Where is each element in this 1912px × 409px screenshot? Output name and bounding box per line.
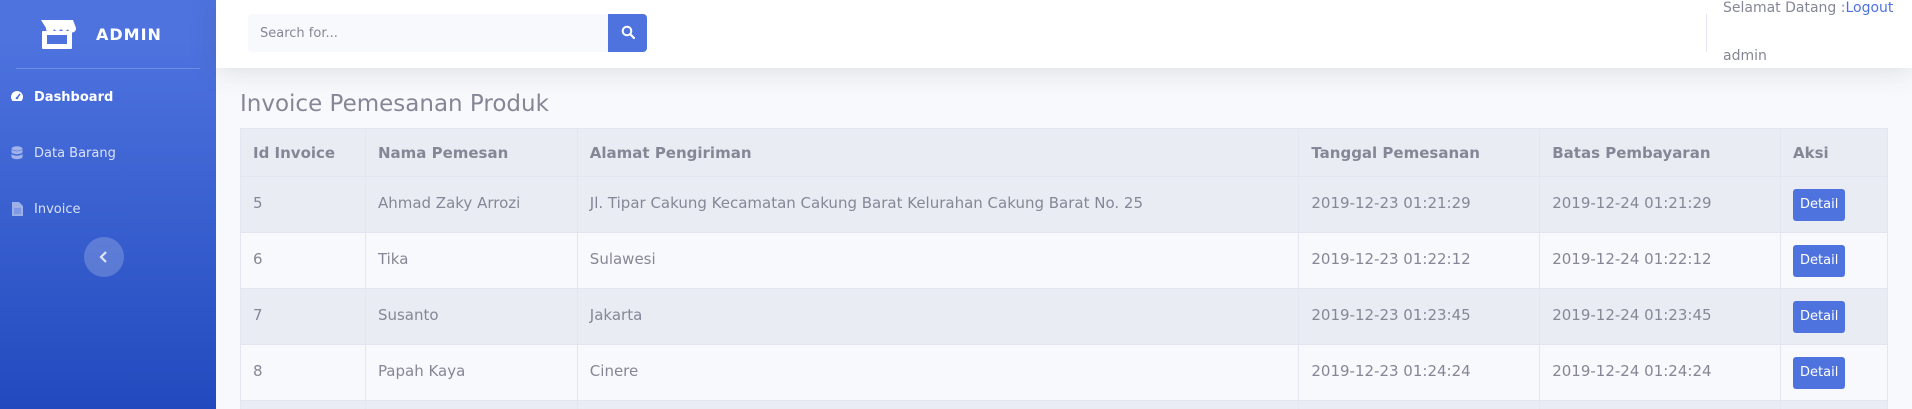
detail-button[interactable]: Detail — [1793, 188, 1846, 221]
cell-id: 8 — [240, 344, 366, 401]
cell-alamat: Jakarta — [576, 288, 1300, 345]
welcome-text: Selamat Datang : — [1723, 0, 1846, 16]
cell-nama: Susanto — [364, 288, 578, 345]
store-icon — [38, 17, 76, 51]
sidebar-item-data-barang[interactable]: Data Barang — [0, 125, 216, 181]
cell-tanggal: 2019-12-23 01:24:24 — [1298, 344, 1541, 401]
cell-id: 7 — [240, 288, 366, 345]
cell-aksi: Detail — [1780, 288, 1888, 345]
cell-alamat: Cinere — [576, 344, 1300, 401]
topbar-divider — [1706, 14, 1707, 52]
cell-batas: 2019-12-24 01:23:45 — [1539, 288, 1782, 345]
page-title: Invoice Pemesanan Produk — [240, 91, 549, 117]
column-header-aksi[interactable]: Aksi — [1780, 128, 1888, 177]
sidebar-toggle-button[interactable] — [84, 237, 124, 277]
file-icon — [10, 202, 24, 216]
column-header-batas[interactable]: Batas Pembayaran — [1539, 128, 1782, 177]
detail-button[interactable]: Detail — [1793, 300, 1846, 333]
sidebar-item-label: Dashboard — [34, 89, 114, 105]
table-row: 5 Ahmad Zaky Arrozi Jl. Tipar Cakung Kec… — [240, 176, 1888, 233]
cell-id: 5 — [240, 176, 366, 233]
cell-aksi: Detail — [1780, 232, 1888, 289]
cell-alamat: Jl. Tipar Cakung Kecamatan Cakung Barat … — [576, 176, 1300, 233]
user-name[interactable]: admin — [1723, 48, 1767, 64]
tachometer-icon — [10, 90, 24, 104]
cell-alamat: Sulawesi — [576, 232, 1300, 289]
search-input[interactable] — [248, 14, 608, 52]
cell-aksi: Detail — [1780, 176, 1888, 233]
table-row: 8 Papah Kaya Cinere 2019-12-23 01:24:24 … — [240, 344, 1888, 401]
table-row: 6 Tika Sulawesi 2019-12-23 01:22:12 2019… — [240, 232, 1888, 289]
sidebar-brand[interactable]: ADMIN — [0, 0, 216, 68]
column-header-id[interactable]: Id Invoice — [240, 128, 366, 177]
search-form — [248, 14, 647, 52]
topbar: Selamat Datang :Logout admin — [216, 0, 1912, 68]
cell-aksi: Detail — [1780, 344, 1888, 401]
column-header-alamat[interactable]: Alamat Pengiriman — [576, 128, 1300, 177]
chevron-left-icon — [99, 248, 109, 267]
cell-tanggal: 2019-12-23 01:21:29 — [1298, 176, 1541, 233]
sidebar-item-invoice[interactable]: Invoice — [0, 181, 216, 237]
column-header-tanggal[interactable]: Tanggal Pemesanan — [1298, 128, 1541, 177]
sidebar: ADMIN Dashboard Data Barang Invoice — [0, 0, 216, 409]
cell-batas: 2019-12-24 01:22:12 — [1539, 232, 1782, 289]
detail-button[interactable]: Detail — [1793, 244, 1846, 277]
sidebar-item-label: Data Barang — [34, 145, 116, 161]
invoice-table: Id Invoice Nama Pemesan Alamat Pengirima… — [240, 128, 1888, 409]
cell-batas: 2019-12-24 01:24:24 — [1539, 344, 1782, 401]
sidebar-item-dashboard[interactable]: Dashboard — [0, 69, 216, 125]
search-icon — [621, 25, 635, 42]
table-row-partial — [240, 400, 1888, 409]
table-header-row: Id Invoice Nama Pemesan Alamat Pengirima… — [240, 128, 1888, 177]
cell-tanggal: 2019-12-23 01:22:12 — [1298, 232, 1541, 289]
sidebar-item-label: Invoice — [34, 201, 81, 217]
cell-nama: Papah Kaya — [364, 344, 578, 401]
database-icon — [10, 146, 24, 160]
search-button[interactable] — [608, 14, 647, 52]
cell-tanggal: 2019-12-23 01:23:45 — [1298, 288, 1541, 345]
cell-batas: 2019-12-24 01:21:29 — [1539, 176, 1782, 233]
logout-link[interactable]: Logout — [1845, 0, 1893, 16]
invoice-table-container: Id Invoice Nama Pemesan Alamat Pengirima… — [240, 128, 1888, 409]
table-row: 7 Susanto Jakarta 2019-12-23 01:23:45 20… — [240, 288, 1888, 345]
cell-id: 6 — [240, 232, 366, 289]
column-header-nama[interactable]: Nama Pemesan — [364, 128, 578, 177]
brand-name: ADMIN — [96, 24, 162, 44]
detail-button[interactable]: Detail — [1793, 356, 1846, 389]
cell-nama: Tika — [364, 232, 578, 289]
cell-nama: Ahmad Zaky Arrozi — [364, 176, 578, 233]
welcome-message: Selamat Datang :Logout — [1723, 0, 1893, 16]
